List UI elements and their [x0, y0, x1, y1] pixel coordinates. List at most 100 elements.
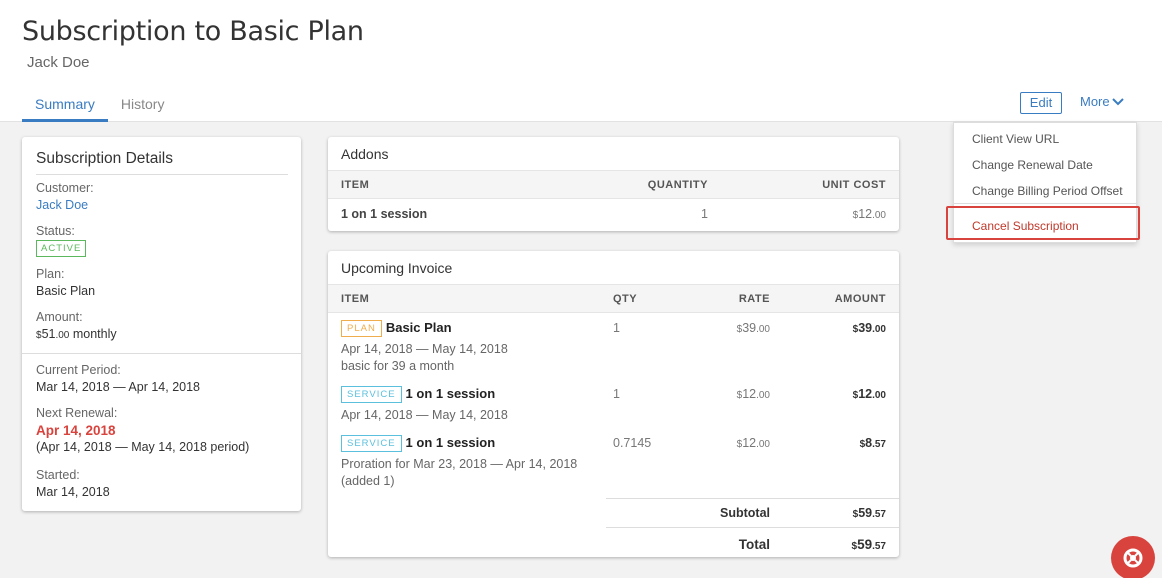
whole: 59 [857, 537, 873, 552]
amount-cents: .00 [55, 330, 70, 341]
edit-button[interactable]: Edit [1020, 92, 1062, 114]
subscription-details-card: Subscription Details Customer: Jack Doe … [22, 137, 301, 511]
total-value: $59.57 [852, 537, 887, 552]
item-description: basic for 39 a month [341, 359, 455, 373]
menu-item-change-renewal-date[interactable]: Change Renewal Date [972, 158, 1093, 172]
total-label: Total [738, 537, 770, 552]
current-period-label: Current Period: [36, 363, 121, 377]
item-rate: $12.00 [737, 387, 770, 401]
status-label: Status: [36, 224, 75, 238]
plan-value: Basic Plan [36, 284, 96, 298]
whole: 12 [858, 207, 873, 221]
upcoming-invoice-card: Upcoming Invoice ITEM QTY RATE AMOUNT PL… [328, 251, 899, 557]
addons-card: Addons ITEM QUANTITY UNIT COST 1 on 1 se… [328, 137, 899, 231]
details-divider [22, 353, 301, 354]
cents: .57 [872, 439, 886, 450]
subtotal-value: $59.57 [853, 506, 886, 520]
whole: 39 [858, 321, 873, 335]
cents: .00 [872, 210, 886, 221]
plan-label: Plan: [36, 267, 65, 281]
more-button[interactable]: More [1080, 94, 1124, 109]
item-rate: $39.00 [737, 321, 770, 335]
item-period: Apr 14, 2018 — May 14, 2018 [341, 408, 508, 422]
item-amount: $8.57 [860, 436, 886, 450]
addons-title: Addons [341, 146, 389, 162]
page-title: Subscription to Basic Plan [22, 16, 364, 47]
menu-divider [954, 203, 1136, 204]
amount-field: Amount: $51.00 monthly [36, 310, 117, 341]
plan-tag: PLAN [341, 320, 382, 337]
cents: .00 [756, 324, 770, 335]
current-period-field: Current Period: Mar 14, 2018 — Apr 14, 2… [36, 363, 200, 394]
item-name: 1 on 1 session [405, 435, 496, 450]
started-field: Started: Mar 14, 2018 [36, 468, 110, 499]
details-title: Subscription Details [36, 150, 288, 175]
cents: .00 [872, 390, 886, 401]
tab-history[interactable]: History [108, 88, 178, 122]
item-qty: 0.7145 [613, 436, 652, 450]
more-label: More [1080, 94, 1110, 109]
started-value: Mar 14, 2018 [36, 485, 110, 499]
next-renewal-value: Apr 14, 2018 [36, 423, 116, 438]
page-header: Subscription to Basic Plan Jack Doe Summ… [0, 0, 1162, 122]
more-dropdown-menu: Client View URL Change Renewal Date Chan… [953, 122, 1137, 243]
column-header: AMOUNT [834, 293, 886, 305]
column-header: RATE [738, 293, 770, 305]
item-description: (added 1) [341, 474, 395, 488]
column-header: QUANTITY [647, 179, 708, 191]
lifebuoy-icon [1123, 548, 1143, 568]
page-subtitle: Jack Doe [27, 54, 90, 71]
current-period-value: Mar 14, 2018 — Apr 14, 2018 [36, 380, 200, 394]
column-header: ITEM [341, 293, 370, 305]
service-tag: SERVICE [341, 435, 402, 452]
help-button[interactable] [1111, 536, 1155, 578]
addons-table-header: ITEM QUANTITY UNIT COST [328, 170, 899, 199]
item-name: Basic Plan [385, 320, 452, 335]
item-amount: $39.00 [853, 321, 886, 335]
invoice-item: SERVICE 1 on 1 session [341, 435, 495, 452]
cents: .57 [872, 509, 886, 520]
menu-item-client-view-url[interactable]: Client View URL [972, 132, 1059, 146]
cents: .00 [756, 439, 770, 450]
next-renewal-field: Next Renewal: Apr 14, 2018 (Apr 14, 2018… [36, 406, 249, 454]
item-period: Apr 14, 2018 — May 14, 2018 [341, 342, 508, 356]
invoice-item: SERVICE 1 on 1 session [341, 386, 495, 403]
item-period: Proration for Mar 23, 2018 — Apr 14, 201… [341, 457, 578, 471]
plan-field: Plan: Basic Plan [36, 267, 95, 298]
amount-value: $51.00 monthly [36, 327, 117, 341]
invoice-title: Upcoming Invoice [341, 260, 453, 276]
amount-whole: 51 [41, 327, 56, 341]
customer-link[interactable]: Jack Doe [36, 198, 94, 212]
customer-field: Customer: Jack Doe [36, 181, 94, 212]
customer-label: Customer: [36, 181, 94, 195]
menu-item-cancel-subscription[interactable]: Cancel Subscription [972, 219, 1079, 233]
started-label: Started: [36, 468, 80, 482]
addon-item: 1 on 1 session [341, 207, 428, 221]
invoice-item: PLAN Basic Plan [341, 320, 452, 337]
addon-quantity: 1 [701, 207, 708, 221]
next-renewal-label: Next Renewal: [36, 406, 118, 420]
status-badge: ACTIVE [36, 240, 87, 257]
whole: 39 [742, 321, 757, 335]
tab-summary[interactable]: Summary [22, 88, 108, 122]
total-divider [606, 527, 899, 528]
amount-suffix: monthly [72, 327, 117, 341]
chevron-down-icon [1111, 97, 1124, 105]
next-renewal-period: (Apr 14, 2018 — May 14, 2018 period) [36, 440, 250, 454]
item-qty: 1 [613, 387, 620, 401]
item-qty: 1 [613, 321, 620, 335]
whole: 12 [742, 387, 757, 401]
tab-bar: Summary History [22, 88, 177, 122]
whole: 59 [858, 506, 873, 520]
column-header: QTY [613, 293, 638, 305]
item-name: 1 on 1 session [405, 386, 496, 401]
cents: .00 [756, 390, 770, 401]
invoice-table-header: ITEM QTY RATE AMOUNT [328, 284, 899, 313]
menu-item-change-billing-period-offset[interactable]: Change Billing Period Offset [972, 184, 1123, 198]
item-amount: $12.00 [853, 387, 886, 401]
item-rate: $12.00 [737, 436, 770, 450]
whole: 12 [742, 436, 757, 450]
cents: .57 [872, 541, 886, 552]
addon-unit-cost: $12.00 [853, 207, 886, 221]
amount-label: Amount: [36, 310, 83, 324]
